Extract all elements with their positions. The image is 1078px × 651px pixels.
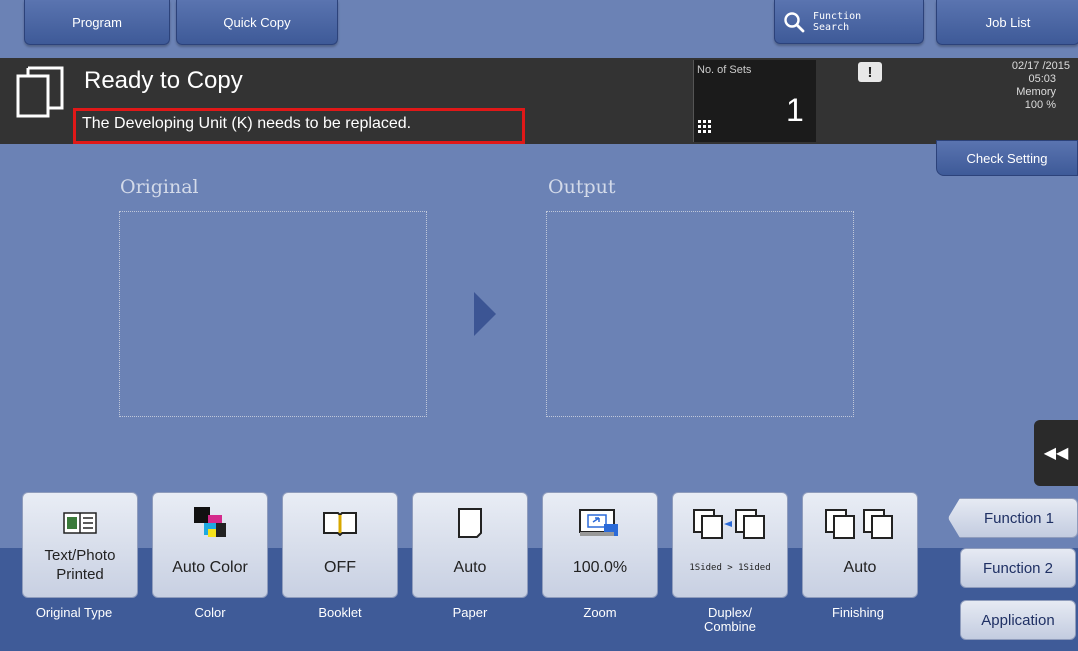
copy-icon [16,66,64,118]
function2-tab[interactable]: Function 2 [960,548,1076,588]
status-info: 02/17 /2015 05:03 Memory 100 % [930,60,1070,112]
output-preview [546,211,854,417]
original-type-value: Text/Photo Printed [44,547,116,583]
memory-label: Memory [1016,86,1056,98]
booklet-label: Booklet [318,605,362,620]
warning-icon[interactable]: ! [858,62,882,82]
booklet-icon [283,501,397,545]
finishing-label: Finishing [831,605,885,620]
original-label: Original [120,176,199,198]
tab-quick-copy[interactable]: Quick Copy [176,0,338,45]
duplex-value: 1Sided > 1Sided [689,563,771,573]
check-setting-button[interactable]: Check Setting [936,140,1078,176]
duplex-combine-label: Duplex/ Combine [703,605,757,634]
function1-label: Function 1 [983,509,1055,527]
output-label: Output [548,176,616,198]
status-message: The Developing Unit (K) needs to be repl… [82,115,412,132]
duplex-combine-button[interactable]: 1Sided > 1Sided [672,492,788,598]
zoom-button[interactable]: 100.0% [542,492,658,598]
search-icon [784,11,805,32]
paper-value: Auto [453,559,487,576]
booklet-value: OFF [324,559,356,576]
finishing-button[interactable]: Auto [802,492,918,598]
function-search-button[interactable]: Function Search [774,0,924,44]
original-type-button[interactable]: Text/Photo Printed [22,492,138,598]
double-chevron-left-icon: ◀◀ [1043,445,1069,462]
status-time: 05:03 [1028,73,1056,85]
color-value: Auto Color [172,559,248,576]
paper-icon [413,501,527,545]
duplex-icon [673,501,787,545]
collapse-button[interactable]: ◀◀ [1034,420,1078,486]
job-list-button[interactable]: Job List [936,0,1078,45]
memory-value: 100 % [1024,99,1056,111]
zoom-label: Zoom [583,605,617,620]
color-button[interactable]: Auto Color [152,492,268,598]
text-photo-icon [23,501,137,545]
zoom-value: 100.0% [572,559,628,576]
finishing-icon [803,501,917,545]
application-tab[interactable]: Application [960,600,1076,640]
color-label: Color [194,605,226,620]
color-squares-icon [153,501,267,545]
tab-program[interactable]: Program [24,0,170,45]
function1-tab[interactable]: Function 1 [948,498,1078,538]
zoom-icon [543,501,657,545]
status-title: Ready to Copy [84,67,243,94]
finishing-value: Auto [843,559,877,576]
paper-button[interactable]: Auto [412,492,528,598]
sets-value: 1 [786,92,804,128]
arrow-right-icon [474,292,496,336]
function-search-label: Function Search [813,10,862,33]
paper-label: Paper [452,605,488,620]
booklet-button[interactable]: OFF [282,492,398,598]
sets-label: No. of Sets [697,64,752,76]
keypad-icon[interactable] [698,120,712,134]
original-type-label: Original Type [35,605,113,620]
status-date: 02/17 /2015 [1011,60,1070,72]
original-preview [119,211,427,417]
